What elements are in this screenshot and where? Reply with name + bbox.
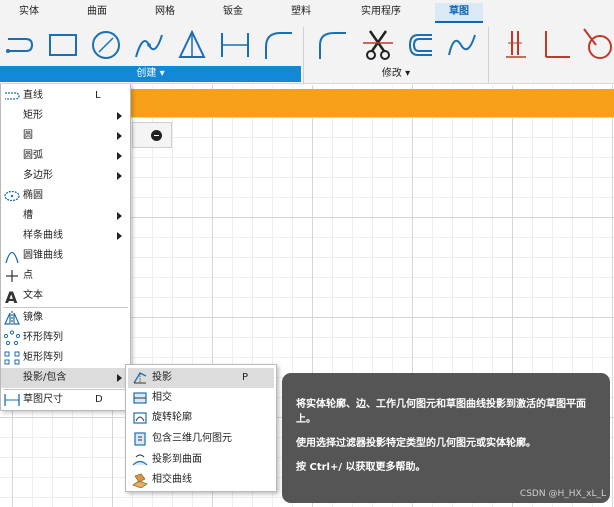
menu-item-rectangular-pattern[interactable]: 矩形阵列 — [1, 348, 130, 368]
menu-item-circle[interactable]: 圆 — [1, 126, 130, 146]
ribbon-separator — [303, 27, 304, 83]
project-to-surface-icon — [131, 452, 149, 468]
project-icon — [131, 370, 149, 386]
include-3d-icon — [131, 431, 149, 447]
submenu-item-revolve-profile[interactable]: 旋转轮廓 — [128, 408, 274, 428]
tab-sheet-metal[interactable]: 钣金 — [218, 3, 248, 23]
ribbon-toolbar: 实体 曲面 网格 钣金 塑料 实用程序 草图 创建 ▾ 修改 ▾ — [0, 0, 614, 84]
fillet-tool-icon[interactable] — [262, 27, 294, 63]
line-tool-icon[interactable] — [4, 27, 36, 63]
submenu-item-project[interactable]: 投影 P — [128, 368, 274, 388]
menu-item-sketch-dimension[interactable]: 草图尺寸 D — [1, 390, 130, 410]
rectangular-pattern-icon — [3, 350, 21, 366]
tab-solid[interactable]: 实体 — [14, 3, 44, 23]
watermark: CSDN @H_HX_xL_L — [519, 489, 606, 499]
tooltip-help-shortcut: 按 Ctrl+/ 以获取更多帮助。 — [296, 462, 426, 473]
chevron-right-icon — [117, 232, 122, 240]
tab-sketch[interactable]: 草图 — [435, 3, 483, 23]
point-icon — [3, 268, 21, 284]
menu-item-mirror[interactable]: 镜像 — [1, 308, 130, 328]
chevron-right-icon — [117, 172, 122, 180]
menu-item-spline[interactable]: 样条曲线 — [1, 226, 130, 246]
menu-item-point[interactable]: 点 — [1, 266, 130, 286]
tooltip-description: 将实体轮廓、边、工作几何图元和草图曲线投影到激活的草图平面上。 — [296, 399, 586, 425]
modify-group-button[interactable]: 修改 ▾ — [306, 66, 486, 82]
mirror-icon — [3, 310, 21, 326]
menu-item-project-include[interactable]: 投影/包含 — [1, 368, 130, 388]
menu-item-conic[interactable]: 圆锥曲线 — [1, 246, 130, 266]
spline-tool-icon[interactable] — [133, 27, 165, 63]
chevron-right-icon — [117, 212, 122, 220]
menu-item-line[interactable]: 直线 L — [1, 86, 130, 106]
submenu-item-intersect[interactable]: 相交 — [128, 388, 274, 408]
menu-item-ellipse[interactable]: 椭圆 — [1, 186, 130, 206]
menu-item-polygon[interactable]: 多边形 — [1, 166, 130, 186]
menu-item-circular-pattern[interactable]: 环形阵列 — [1, 328, 130, 348]
chevron-right-icon — [117, 132, 122, 140]
trim-scissors-icon[interactable] — [362, 27, 394, 63]
circular-pattern-icon — [3, 330, 21, 346]
conic-icon — [3, 248, 21, 264]
extend-curve-icon[interactable] — [404, 27, 436, 63]
help-tooltip: 将实体轮廓、边、工作几何图元和草图曲线投影到激活的草图平面上。 使用选择过滤器投… — [282, 373, 610, 503]
ellipse-icon — [3, 188, 21, 204]
tab-mesh[interactable]: 网格 — [150, 3, 180, 23]
mini-toolbar — [132, 122, 172, 148]
intersection-curve-icon — [131, 472, 149, 489]
create-group-button[interactable]: 创建 ▾ — [0, 66, 301, 82]
tab-utilities[interactable]: 实用程序 — [356, 3, 406, 23]
move-curve-icon[interactable] — [446, 27, 478, 63]
circle-tool-icon[interactable] — [90, 27, 122, 63]
dimension-icon — [3, 392, 21, 408]
collapse-icon[interactable] — [151, 130, 162, 141]
perpendicular-constraint-icon[interactable] — [540, 27, 572, 63]
polygon-tool-icon[interactable] — [176, 27, 208, 63]
tangent-constraint-icon[interactable] — [582, 27, 614, 63]
dimension-tool-icon[interactable] — [219, 27, 251, 63]
submenu-item-include-3d[interactable]: 包含三维几何图元 — [128, 429, 274, 449]
project-include-submenu: 投影 P 相交 旋转轮廓 包含三维几何图元 投影到曲面 相交曲线 — [125, 364, 277, 492]
tab-plastic[interactable]: 塑料 — [286, 3, 316, 23]
rectangle-tool-icon[interactable] — [47, 27, 79, 63]
chevron-right-icon — [117, 152, 122, 160]
parallel-constraint-icon[interactable] — [500, 27, 532, 63]
tooltip-hint: 使用选择过滤器投影特定类型的几何图元或实体轮廓。 — [296, 438, 536, 449]
offset-curve-icon[interactable] — [316, 27, 348, 63]
chevron-right-icon — [117, 112, 122, 120]
submenu-item-intersection-curve[interactable]: 相交曲线 — [128, 470, 274, 490]
intersect-icon — [131, 390, 149, 406]
ribbon-separator — [488, 27, 489, 83]
text-icon: A — [3, 288, 21, 307]
menu-item-rectangle[interactable]: 矩形 — [1, 106, 130, 126]
chevron-right-icon — [117, 374, 122, 382]
line-icon — [3, 88, 21, 104]
submenu-item-project-to-surface[interactable]: 投影到曲面 — [128, 450, 274, 470]
svg-text:A: A — [5, 288, 18, 304]
menu-item-arc[interactable]: 圆弧 — [1, 146, 130, 166]
revolve-profile-icon — [131, 410, 149, 426]
create-menu: 直线 L 矩形 圆 圆弧 多边形 椭圆 槽 样条曲线 圆锥曲线 点 A 文本 镜… — [0, 84, 131, 411]
menu-item-slot[interactable]: 槽 — [1, 206, 130, 226]
tab-surface[interactable]: 曲面 — [82, 3, 112, 23]
ribbon-tabs: 实体 曲面 网格 钣金 塑料 实用程序 草图 — [0, 0, 614, 24]
menu-item-text[interactable]: A 文本 — [1, 286, 130, 307]
